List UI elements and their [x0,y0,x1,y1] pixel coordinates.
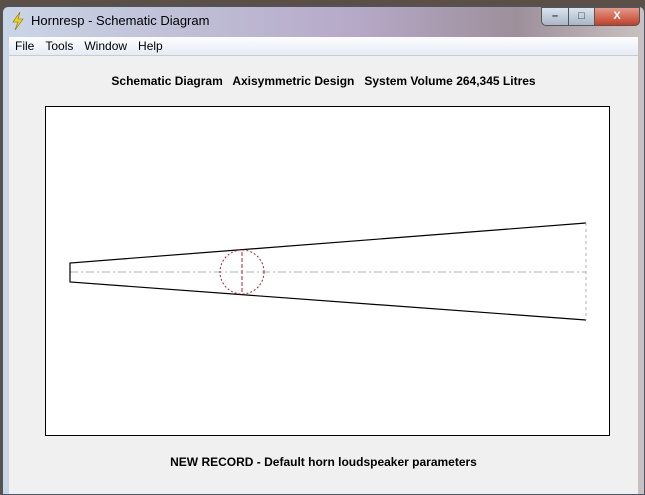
status-text: NEW RECORD - Default horn loudspeaker pa… [170,455,477,469]
menu-help[interactable]: Help [132,37,168,53]
maximize-button[interactable]: □ [568,7,595,26]
menu-bar: File Tools Window Help [9,37,638,56]
client-area: Schematic Diagram Axisymmetric Design Sy… [9,56,638,494]
menu-tools[interactable]: Tools [39,37,78,53]
window-title: Hornresp - Schematic Diagram [31,13,210,28]
lightning-bolt-icon [12,12,24,30]
minimize-button[interactable]: – [541,7,569,26]
title-bar[interactable]: Hornresp - Schematic Diagram – □ X [3,7,644,35]
menu-file[interactable]: File [9,37,39,53]
close-button[interactable]: X [594,7,640,26]
diagram-heading: Schematic Diagram Axisymmetric Design Sy… [111,74,536,88]
app-window: Hornresp - Schematic Diagram – □ X File T… [2,6,645,495]
schematic-canvas [45,106,610,436]
menu-window[interactable]: Window [78,37,132,53]
